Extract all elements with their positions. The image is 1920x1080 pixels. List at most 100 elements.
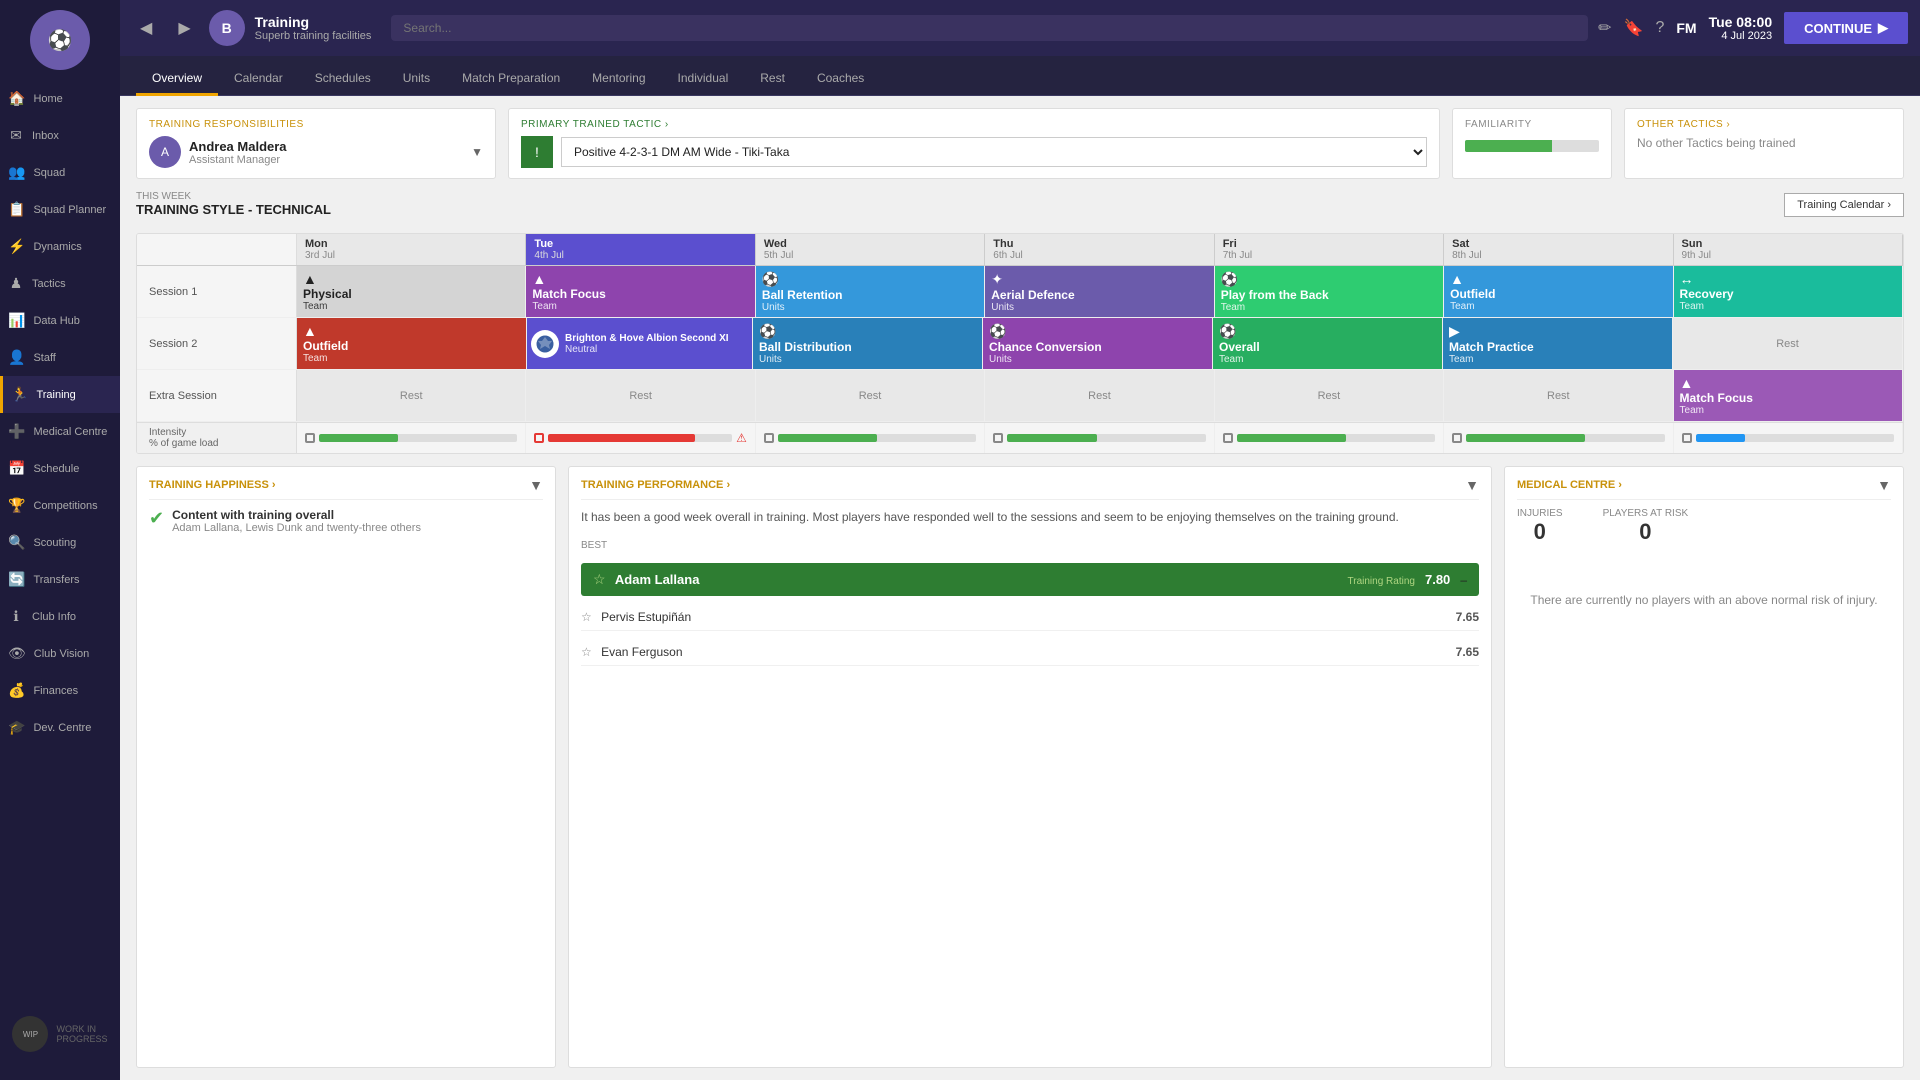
extra-mon[interactable]: Rest [297, 370, 526, 421]
sidebar-item-dev-centre[interactable]: 🎓 Dev. Centre [0, 709, 120, 746]
session1-fri[interactable]: ⚽ Play from the Back Team [1215, 266, 1444, 317]
medical-title[interactable]: MEDICAL CENTRE › [1517, 479, 1622, 491]
session1-tue[interactable]: ▲ Match Focus Team [526, 266, 755, 317]
aerial-defence-icon: ✦ [991, 271, 1203, 288]
other-player-1-info: ☆ Pervis Estupiñán [581, 610, 691, 624]
performance-title[interactable]: TRAINING PERFORMANCE › [581, 479, 730, 491]
session2-sat[interactable]: ▶ Match Practice Team [1443, 318, 1673, 369]
search-input[interactable] [391, 15, 1588, 41]
performance-expand-button[interactable]: ▼ [1465, 477, 1479, 493]
extra-sat[interactable]: Rest [1444, 370, 1673, 421]
intensity-thu [985, 423, 1214, 453]
this-week-label: THIS WEEK [136, 191, 331, 202]
extra-wed[interactable]: Rest [756, 370, 985, 421]
data-hub-icon: 📊 [8, 312, 25, 329]
help-button[interactable]: ? [1655, 19, 1664, 37]
dropdown-arrow-icon[interactable]: ▼ [471, 145, 483, 159]
week-header: THIS WEEK TRAINING STYLE - TECHNICAL Tra… [136, 191, 1904, 217]
match-focus-icon: ▲ [532, 271, 744, 287]
happiness-expand-button[interactable]: ▼ [529, 477, 543, 493]
intensity-dot-wed [764, 433, 774, 443]
club-vision-icon: 👁 [8, 645, 26, 662]
tab-match-prep[interactable]: Match Preparation [446, 63, 576, 96]
manager-name: Andrea Maldera [189, 139, 287, 154]
session1-sun[interactable]: ↔ Recovery Team [1674, 266, 1903, 317]
extra-fri[interactable]: Rest [1215, 370, 1444, 421]
topbar-right: ✏ 🔖 ? FM Tue 08:00 4 Jul 2023 CONTINUE ▶ [1598, 12, 1908, 44]
manager-role: Assistant Manager [189, 154, 287, 166]
best-player-row[interactable]: ☆ Adam Lallana Training Rating 7.80 – [581, 563, 1479, 596]
dynamics-icon: ⚡ [8, 238, 25, 255]
week-info: THIS WEEK TRAINING STYLE - TECHNICAL [136, 191, 331, 217]
sidebar-item-squad[interactable]: 👥 Squad [0, 154, 120, 191]
current-time: Tue 08:00 [1709, 14, 1773, 30]
sidebar-item-club-vision[interactable]: 👁 Club Vision [0, 635, 120, 672]
session2-wed[interactable]: ⚽ Ball Distribution Units [753, 318, 983, 369]
sidebar-item-scouting[interactable]: 🔍 Scouting [0, 524, 120, 561]
session2-sun[interactable]: Rest [1673, 318, 1903, 369]
warning-icon: ⚠ [736, 431, 747, 445]
session2-mon[interactable]: ▲ Outfield Team [297, 318, 527, 369]
happiness-description: Adam Lallana, Lewis Dunk and twenty-thre… [172, 522, 421, 534]
other-player-row-2[interactable]: ☆ Evan Ferguson 7.65 [581, 639, 1479, 666]
sidebar-item-squad-planner[interactable]: 📋 Squad Planner [0, 191, 120, 228]
injuries-stat: INJURIES 0 [1517, 508, 1563, 545]
session2-fri[interactable]: ⚽ Overall Team [1213, 318, 1443, 369]
physical-icon: ▲ [303, 271, 515, 287]
session2-thu[interactable]: ⚽ Chance Conversion Units [983, 318, 1213, 369]
edit-button[interactable]: ✏ [1598, 18, 1611, 38]
intensity-label: Intensity % of game load [137, 423, 297, 453]
intensity-bar-sun [1696, 434, 1894, 442]
session1-thu[interactable]: ✦ Aerial Defence Units [985, 266, 1214, 317]
session1-wed[interactable]: ⚽ Ball Retention Units [756, 266, 985, 317]
happiness-title[interactable]: TRAINING HAPPINESS › [149, 479, 276, 491]
extra-thu[interactable]: Rest [985, 370, 1214, 421]
forward-button[interactable]: ▶ [170, 14, 198, 42]
session2-tue[interactable]: Brighton & Hove Albion Second XI Neutral [527, 318, 753, 369]
sidebar-item-competitions[interactable]: 🏆 Competitions [0, 487, 120, 524]
tab-individual[interactable]: Individual [662, 63, 745, 96]
session1-sat[interactable]: ▲ Outfield Team [1444, 266, 1673, 317]
session2-label: Session 2 [137, 318, 297, 369]
tab-overview[interactable]: Overview [136, 63, 218, 96]
sidebar-item-staff[interactable]: 👤 Staff [0, 339, 120, 376]
session1-mon[interactable]: ▲ Physical Team [297, 266, 526, 317]
at-risk-count: 0 [1603, 519, 1689, 545]
intensity-dot-mon [305, 433, 315, 443]
continue-button[interactable]: CONTINUE ▶ [1784, 12, 1908, 44]
tactic-select[interactable]: Positive 4-2-3-1 DM AM Wide - Tiki-Taka [561, 137, 1427, 167]
manager-info: Andrea Maldera Assistant Manager [189, 139, 287, 166]
player1-icon: ☆ [581, 610, 592, 624]
sidebar-item-finances[interactable]: 💰 Finances [0, 672, 120, 709]
intensity-dot-sat [1452, 433, 1462, 443]
sidebar-item-inbox[interactable]: ✉ Inbox [0, 117, 120, 154]
other-player-2-rating: 7.65 [1456, 645, 1479, 659]
tab-units[interactable]: Units [387, 63, 446, 96]
other-player-row-1[interactable]: ☆ Pervis Estupiñán 7.65 [581, 604, 1479, 631]
training-calendar-button[interactable]: Training Calendar › [1784, 193, 1904, 217]
best-player-info: ☆ Adam Lallana [593, 571, 699, 588]
sidebar-item-club-info[interactable]: ℹ Club Info [0, 598, 120, 635]
intensity-bar-fri [1237, 434, 1435, 442]
sidebar-item-training[interactable]: 🏃 Training [0, 376, 120, 413]
extra-session-label: Extra Session [137, 370, 297, 421]
overall-icon: ⚽ [1219, 323, 1432, 340]
page-title: Training [255, 14, 372, 30]
sidebar-item-dynamics[interactable]: ⚡ Dynamics [0, 228, 120, 265]
sidebar-item-home[interactable]: 🏠 Home [0, 80, 120, 117]
sidebar-item-tactics[interactable]: ♟ Tactics [0, 265, 120, 302]
back-button[interactable]: ◀ [132, 14, 160, 42]
tab-schedules[interactable]: Schedules [299, 63, 387, 96]
tab-mentoring[interactable]: Mentoring [576, 63, 661, 96]
medical-expand-button[interactable]: ▼ [1877, 477, 1891, 493]
sidebar-item-transfers[interactable]: 🔄 Transfers [0, 561, 120, 598]
sidebar-item-data-hub[interactable]: 📊 Data Hub [0, 302, 120, 339]
tab-coaches[interactable]: Coaches [801, 63, 880, 96]
sidebar-item-medical[interactable]: ➕ Medical Centre [0, 413, 120, 450]
sidebar-item-schedule[interactable]: 📅 Schedule [0, 450, 120, 487]
extra-sun[interactable]: ▲ Match Focus Team [1674, 370, 1903, 421]
bookmark-button[interactable]: 🔖 [1624, 18, 1644, 38]
tab-calendar[interactable]: Calendar [218, 63, 299, 96]
tab-rest[interactable]: Rest [744, 63, 801, 96]
extra-tue[interactable]: Rest [526, 370, 755, 421]
